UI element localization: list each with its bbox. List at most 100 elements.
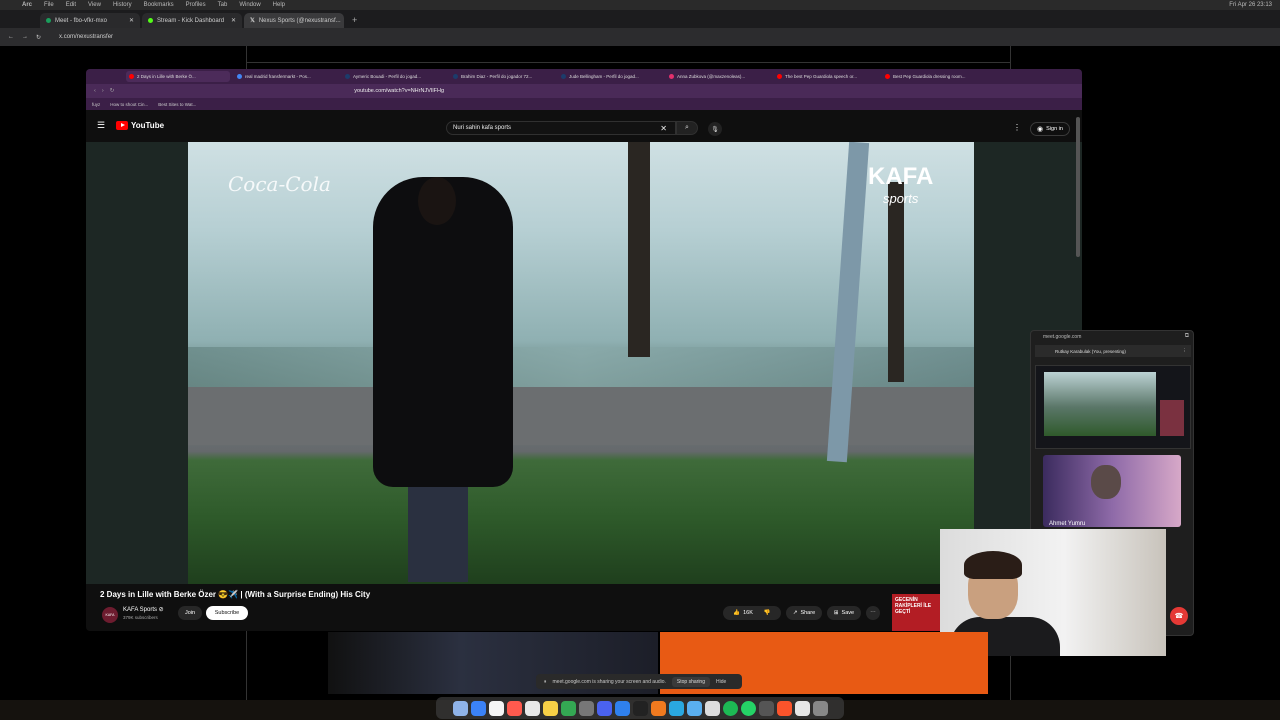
save-icon: ⊞ bbox=[833, 610, 839, 616]
screen-app-icon[interactable] bbox=[668, 700, 684, 716]
tab-label: Nexus Sports (@nexustransf... bbox=[258, 17, 341, 24]
photos-icon[interactable] bbox=[488, 700, 504, 716]
save-label: Save bbox=[841, 610, 855, 616]
sidebar-ad-thumbnail[interactable]: GECENİN RAKİPLERİ İLE GEÇTİ bbox=[892, 594, 940, 631]
menu-item-tab[interactable]: Tab bbox=[218, 2, 228, 8]
brave-icon[interactable] bbox=[776, 700, 792, 716]
documents-folder-icon[interactable] bbox=[794, 700, 810, 716]
inner-tab[interactable]: real madrid fransfermarkt - Pos... bbox=[234, 74, 338, 79]
inner-tab[interactable]: Anna Zubkova (@maxzenoleas)... bbox=[666, 74, 770, 79]
presenter-bar: Rutkay Karabulak (You, presenting) ⋮ bbox=[1035, 345, 1191, 357]
menu-item-profiles[interactable]: Profiles bbox=[186, 2, 206, 8]
menu-item-window[interactable]: Window bbox=[239, 2, 260, 8]
more-options-icon[interactable]: ⋮ bbox=[1013, 123, 1021, 132]
video-title: 2 Days in Lille with Berke Özer 😎✈️ | (W… bbox=[100, 590, 371, 599]
back-icon[interactable]: ← bbox=[8, 34, 14, 40]
subscribe-button[interactable]: Subscribe bbox=[206, 606, 248, 620]
transfermarkt-icon bbox=[453, 74, 458, 79]
discord-icon[interactable] bbox=[596, 700, 612, 716]
inner-tab[interactable]: Best Pep Guardiola dressing room... bbox=[882, 74, 986, 79]
reload-icon[interactable]: ↻ bbox=[36, 34, 41, 41]
back-icon[interactable]: ‹ bbox=[94, 88, 96, 94]
spotify-icon[interactable] bbox=[722, 700, 738, 716]
menu-item-arc[interactable]: Arc bbox=[22, 2, 32, 8]
dislike-icon[interactable]: 👎 bbox=[764, 610, 771, 616]
inner-tab-strip: 2 Days in Lille with Berke Ö... real mad… bbox=[86, 69, 1082, 84]
inner-tab[interactable]: The best Pep Guardiola speech or... bbox=[774, 74, 878, 79]
calendar-icon[interactable] bbox=[506, 700, 522, 716]
hide-button[interactable]: Hide bbox=[716, 679, 726, 685]
menu-item-help[interactable]: Help bbox=[273, 2, 285, 8]
channel-avatar[interactable]: KAFA bbox=[102, 607, 118, 623]
blender-icon[interactable] bbox=[650, 700, 666, 716]
join-button[interactable]: Join bbox=[178, 606, 202, 620]
person-hair bbox=[964, 551, 1022, 579]
screen-share-bar: ⏸ meet.google.com is sharing your screen… bbox=[536, 674, 742, 689]
preview-icon[interactable] bbox=[686, 700, 702, 716]
menu-item-history[interactable]: History bbox=[113, 2, 132, 8]
vscode-icon[interactable] bbox=[614, 700, 630, 716]
more-options-icon[interactable]: ⋮ bbox=[1183, 348, 1188, 354]
inner-tab[interactable]: 2 Days in Lille with Berke Ö... bbox=[126, 71, 230, 82]
outer-tab-x[interactable]: 𝕏 Nexus Sports (@nexustransf... ✕ bbox=[244, 13, 344, 28]
inner-tab[interactable]: Brahim Diaz - Perfil do jogador 72... bbox=[450, 74, 554, 79]
presenter-name: Rutkay Karabulak (You, presenting) bbox=[1055, 348, 1126, 354]
inner-tab[interactable]: Jude Bellingham - Perfil do jogad... bbox=[558, 74, 662, 79]
outer-tab-meet[interactable]: Meet - fbo-vfkr-mxo ✕ bbox=[40, 13, 140, 28]
menu-item-view[interactable]: View bbox=[88, 2, 101, 8]
bookmark-item[interactable]: fuyz bbox=[92, 102, 100, 107]
video-player[interactable]: Coca-Cola KAFA sports bbox=[188, 142, 974, 584]
finder-icon[interactable] bbox=[452, 700, 468, 716]
inner-address-bar[interactable]: youtube.com/watch?v=NHrNJVIlFHg bbox=[354, 88, 444, 94]
safari-icon[interactable] bbox=[470, 700, 486, 716]
outer-address-bar[interactable]: x.com/nexustransfer bbox=[59, 34, 113, 40]
arc-icon[interactable] bbox=[758, 700, 774, 716]
inner-tab[interactable]: Aymeric Bouadi - Perfil do jogad... bbox=[342, 74, 446, 79]
trash-icon[interactable] bbox=[812, 700, 828, 716]
forward-icon[interactable]: → bbox=[22, 34, 28, 40]
tab-label: Anna Zubkova (@maxzenoleas)... bbox=[677, 74, 746, 79]
outer-tab-kick[interactable]: Stream - Kick Dashboard ✕ bbox=[142, 13, 242, 28]
like-count[interactable]: 16K bbox=[743, 610, 753, 616]
bookmark-item[interactable]: How to shoot Cin... bbox=[110, 102, 148, 107]
reload-icon[interactable]: ↻ bbox=[110, 88, 115, 94]
sign-in-label: Sign in bbox=[1046, 126, 1063, 132]
hamburger-menu-icon[interactable]: ☰ bbox=[97, 120, 105, 131]
stop-sharing-button[interactable]: Stop sharing bbox=[671, 676, 710, 687]
clear-search-icon[interactable]: ✕ bbox=[660, 124, 667, 133]
more-actions-button[interactable]: ⋯ bbox=[866, 606, 880, 620]
menu-item-bookmarks[interactable]: Bookmarks bbox=[144, 2, 174, 8]
menu-item-file[interactable]: File bbox=[44, 2, 54, 8]
whatsapp-icon[interactable] bbox=[740, 700, 756, 716]
person-legs bbox=[408, 472, 468, 582]
search-input[interactable]: Nuri sahin kafa sports ✕ bbox=[446, 121, 676, 135]
channel-name[interactable]: KAFA Sports ⊘ bbox=[123, 606, 164, 613]
save-button[interactable]: ⊞ Save bbox=[827, 606, 861, 620]
settings-icon[interactable] bbox=[578, 700, 594, 716]
search-button[interactable]: ⌕ bbox=[676, 121, 698, 135]
like-icon[interactable]: 👍 bbox=[733, 610, 740, 616]
x-logo-icon: 𝕏 bbox=[250, 18, 255, 24]
menu-item-edit[interactable]: Edit bbox=[66, 2, 76, 8]
terminal-icon[interactable] bbox=[632, 700, 648, 716]
youtube-logo[interactable]: YouTube bbox=[116, 121, 164, 130]
new-tab-icon[interactable]: + bbox=[352, 15, 357, 25]
textedit-icon[interactable] bbox=[704, 700, 720, 716]
tab-label: Meet - fbo-vfkr-mxo bbox=[55, 17, 108, 24]
close-icon[interactable]: ✕ bbox=[231, 17, 236, 24]
sign-in-button[interactable]: ◉ Sign in bbox=[1030, 122, 1070, 136]
close-icon[interactable]: ✕ bbox=[129, 17, 134, 24]
forward-icon[interactable]: › bbox=[102, 88, 104, 94]
hang-up-icon: ☎ bbox=[1174, 613, 1184, 620]
bookmarks-bar: fuyz How to shoot Cin... Best Sites to W… bbox=[86, 98, 1082, 110]
share-button[interactable]: ↗ Share bbox=[786, 606, 822, 620]
stickies-icon[interactable] bbox=[542, 700, 558, 716]
popout-icon[interactable]: ⧉ bbox=[1185, 333, 1189, 340]
scrollbar[interactable] bbox=[1076, 117, 1080, 257]
voice-search-button[interactable]: 🎙 bbox=[708, 122, 722, 136]
dock bbox=[436, 697, 844, 719]
end-call-button[interactable]: ☎ bbox=[1170, 607, 1188, 625]
chrome-icon[interactable] bbox=[560, 700, 576, 716]
bookmark-item[interactable]: Best Sites to Wat... bbox=[158, 102, 196, 107]
notes-icon[interactable] bbox=[524, 700, 540, 716]
